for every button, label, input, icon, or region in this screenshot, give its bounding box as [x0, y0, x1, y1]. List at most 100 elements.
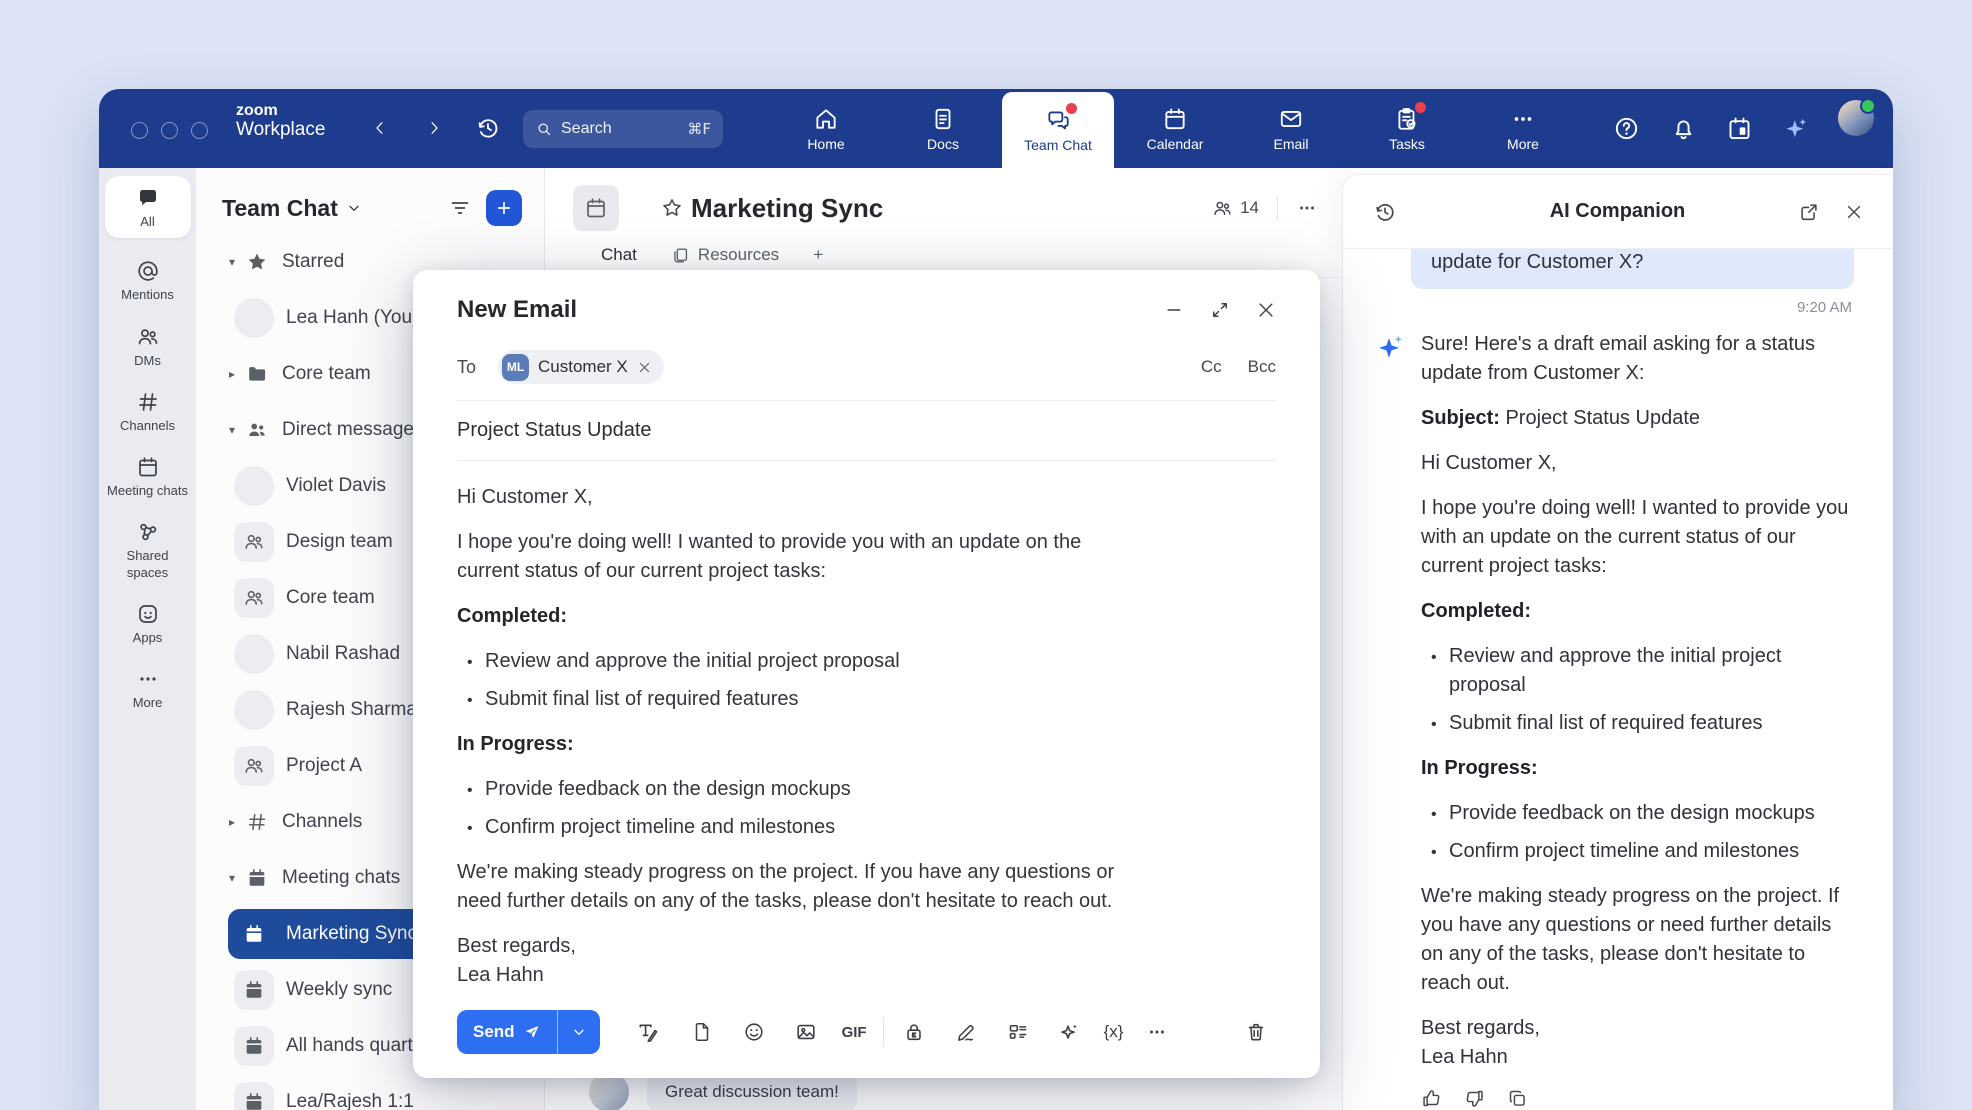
search-input[interactable]: Search ⌘F: [523, 110, 723, 148]
emoji-icon: [743, 1021, 765, 1043]
tab-resources[interactable]: Resources: [671, 245, 779, 265]
close-icon: [1844, 202, 1864, 222]
nav-docs[interactable]: Docs: [887, 89, 999, 168]
ai-popout-button[interactable]: [1798, 201, 1820, 223]
rail-item-channels[interactable]: Channels: [105, 390, 191, 434]
rail-item-dms[interactable]: DMs: [105, 325, 191, 369]
chevron-left-icon: [371, 119, 389, 137]
notifications-button[interactable]: [1670, 115, 1697, 142]
new-chat-button[interactable]: [486, 190, 522, 226]
cc-button[interactable]: Cc: [1201, 357, 1222, 377]
forward-button[interactable]: [419, 113, 449, 143]
user-avatar[interactable]: [1838, 100, 1874, 136]
traffic-light-zoom[interactable]: [191, 122, 208, 139]
back-button[interactable]: [365, 113, 395, 143]
email-in-progress-label: In Progress:: [457, 730, 1147, 759]
nav-home[interactable]: Home: [770, 89, 882, 168]
signature-button[interactable]: [946, 1012, 986, 1052]
close-icon[interactable]: [1256, 300, 1276, 320]
caret-right-icon[interactable]: ▸: [220, 367, 244, 381]
help-button[interactable]: [1613, 115, 1640, 142]
ai-conversation[interactable]: Can you draft an email that provides a s…: [1343, 249, 1892, 1110]
template-button[interactable]: [998, 1012, 1038, 1052]
emoji-button[interactable]: [734, 1012, 774, 1052]
to-field[interactable]: To ML Customer X Cc Bcc: [457, 350, 1276, 384]
encrypt-button[interactable]: [894, 1012, 934, 1052]
recipient-chip[interactable]: ML Customer X: [498, 350, 664, 384]
email-closing: We're making steady progress on the proj…: [457, 858, 1147, 916]
ai-assist-button[interactable]: [1050, 1012, 1090, 1052]
favorite-star-button[interactable]: [661, 197, 683, 219]
history-button[interactable]: [475, 115, 501, 141]
team-chat-icon: [1045, 107, 1071, 133]
ai-response-closing: We're making steady progress on the proj…: [1421, 882, 1854, 998]
caret-down-icon[interactable]: ▾: [220, 423, 244, 437]
nav-more[interactable]: More: [1467, 89, 1579, 168]
email-greeting: Hi Customer X,: [457, 483, 1147, 512]
today-calendar-button[interactable]: [1726, 115, 1753, 142]
thumbs-up-icon[interactable]: [1421, 1088, 1442, 1109]
calendar-date-icon: [1726, 115, 1753, 142]
send-button[interactable]: Send: [457, 1010, 557, 1054]
open-in-new-icon: [1798, 201, 1820, 223]
filter-button[interactable]: [448, 196, 472, 220]
email-in-progress-list: Provide feedback on the design mockups C…: [457, 775, 1147, 842]
minimize-icon[interactable]: [1164, 300, 1184, 320]
tab-chat[interactable]: Chat: [601, 245, 637, 265]
pen-icon: [955, 1021, 977, 1043]
ai-close-button[interactable]: [1844, 202, 1864, 222]
gif-button[interactable]: GIF: [836, 1012, 873, 1052]
caret-down-icon[interactable]: ▾: [220, 255, 244, 269]
bcc-button[interactable]: Bcc: [1248, 357, 1276, 377]
sidebar-item-lea-rajesh[interactable]: Lea/Rajesh 1:1: [196, 1074, 544, 1110]
plus-icon: [495, 199, 513, 217]
member-count[interactable]: 14: [1212, 198, 1259, 219]
channel-more-button[interactable]: [1296, 197, 1318, 219]
copy-icon[interactable]: [1507, 1088, 1528, 1109]
channel-header: Marketing Sync 14: [573, 185, 1318, 231]
email-signature: Lea Hahn: [457, 961, 1147, 990]
nav-email[interactable]: Email: [1235, 89, 1347, 168]
tab-add[interactable]: +: [813, 245, 823, 265]
docs-icon: [930, 106, 956, 132]
subject-field[interactable]: Project Status Update: [457, 400, 1276, 461]
format-button[interactable]: [628, 1012, 668, 1052]
rail-item-apps[interactable]: Apps: [105, 602, 191, 646]
search-shortcut: ⌘F: [687, 120, 711, 138]
divider: [1277, 196, 1278, 220]
traffic-light-close[interactable]: [131, 122, 148, 139]
email-body-editor[interactable]: Hi Customer X, I hope you're doing well!…: [457, 483, 1147, 990]
history-icon: [1373, 200, 1397, 224]
discard-button[interactable]: [1236, 1012, 1276, 1052]
more-icon: [1296, 197, 1318, 219]
rail-item-mentions[interactable]: Mentions: [105, 259, 191, 303]
ai-history-button[interactable]: [1373, 200, 1397, 224]
caret-down-icon[interactable]: ▾: [220, 871, 244, 885]
rail-item-all[interactable]: All: [105, 176, 191, 238]
variables-button[interactable]: {x}: [1098, 1012, 1130, 1052]
help-icon: [1613, 115, 1640, 142]
more-icon: [136, 667, 160, 691]
thumbs-down-icon[interactable]: [1464, 1088, 1485, 1109]
rail-item-meeting-chats[interactable]: Meeting chats: [105, 455, 191, 499]
rail-item-shared-spaces[interactable]: Shared spaces: [105, 520, 191, 581]
nav-calendar[interactable]: Calendar: [1119, 89, 1231, 168]
remove-recipient-icon[interactable]: [637, 360, 652, 375]
attach-file-button[interactable]: [682, 1012, 722, 1052]
expand-icon[interactable]: [1210, 300, 1230, 320]
caret-right-icon[interactable]: ▸: [220, 815, 244, 829]
traffic-light-minimize[interactable]: [161, 122, 178, 139]
sidebar-title-dropdown[interactable]: Team Chat: [222, 195, 362, 222]
window-controls[interactable]: [131, 122, 208, 139]
nav-team-chat[interactable]: Team Chat: [1002, 92, 1114, 168]
rail-item-more[interactable]: More: [105, 667, 191, 711]
divider: [883, 1017, 884, 1047]
nav-tasks[interactable]: Tasks: [1351, 89, 1463, 168]
more-tools-button[interactable]: [1137, 1012, 1177, 1052]
image-button[interactable]: [786, 1012, 826, 1052]
sparkle-icon: [1782, 115, 1810, 143]
ai-companion-button[interactable]: [1782, 115, 1810, 143]
tasks-badge: [1415, 102, 1426, 113]
list-item: Submit final list of required features: [457, 685, 1147, 714]
send-options-button[interactable]: [558, 1010, 600, 1054]
